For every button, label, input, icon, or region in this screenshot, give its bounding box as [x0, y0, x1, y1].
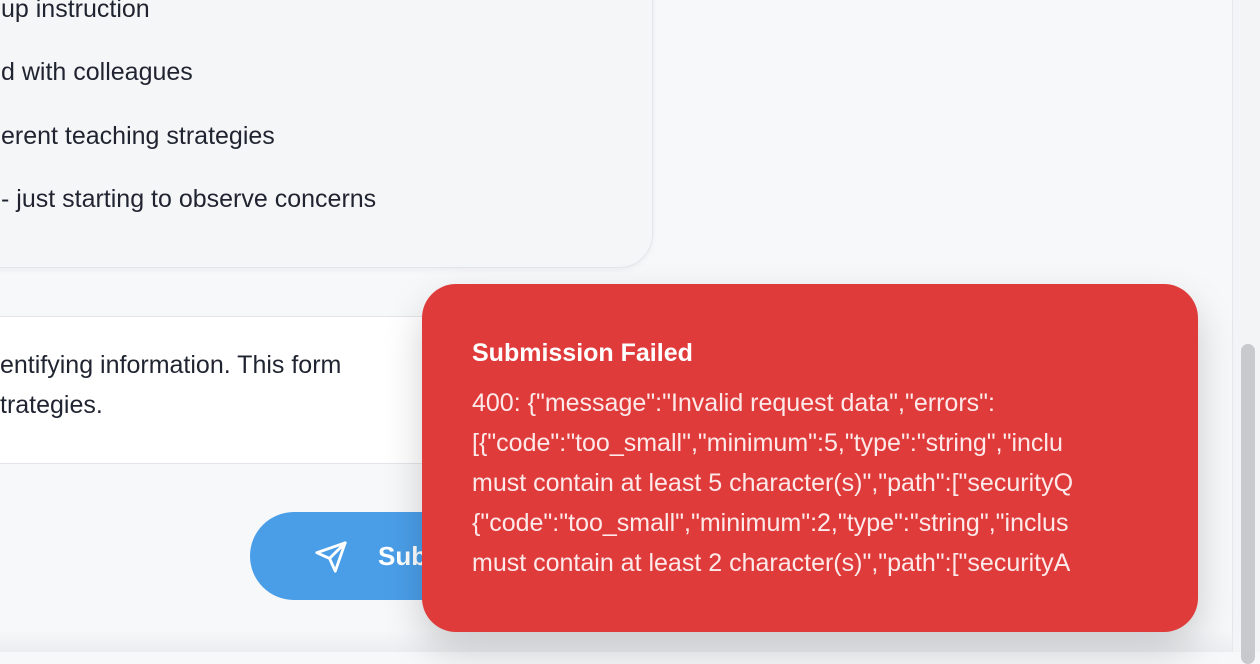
summary-card: up instruction d with colleagues erent t…: [0, 0, 653, 268]
toast-message-line: {"code":"too_small","minimum":2,"type":"…: [472, 509, 1069, 537]
toast-message-line: [{"code":"too_small","minimum":5,"type":…: [472, 429, 1063, 457]
toast-message-line: 400: {"message":"Invalid request data","…: [472, 389, 995, 417]
summary-line: - just starting to observe concerns: [1, 185, 377, 213]
summary-line: up instruction: [1, 0, 150, 23]
submit-button-label: Sub: [378, 541, 428, 571]
bottom-shadow: [0, 630, 1232, 652]
notice-text-line-1: entifying information. This form: [0, 351, 342, 379]
toast-title: Submission Failed: [472, 339, 693, 367]
error-toast[interactable]: Submission Failed 400: {"message":"Inval…: [422, 284, 1198, 632]
send-icon: [315, 541, 347, 573]
scrollbar-thumb[interactable]: [1241, 344, 1255, 664]
toast-message-line: must contain at least 2 character(s)","p…: [472, 549, 1071, 577]
notice-text-line-2: trategies.: [0, 391, 103, 419]
summary-line: erent teaching strategies: [1, 122, 275, 150]
toast-message-line: must contain at least 5 character(s)","p…: [472, 469, 1074, 497]
summary-line: d with colleagues: [1, 58, 193, 86]
scrollbar-track[interactable]: [1232, 0, 1260, 664]
